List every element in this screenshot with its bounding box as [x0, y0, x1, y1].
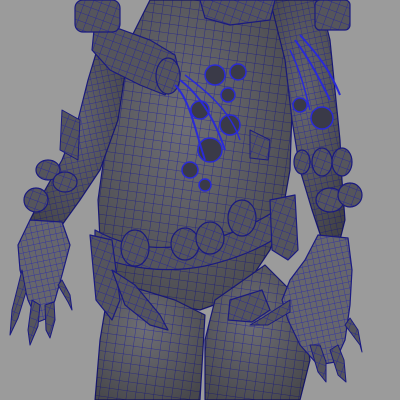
mesh-render: [9, 0, 363, 400]
3d-viewport[interactable]: [0, 0, 400, 400]
left-hand-mesh: [9, 219, 73, 346]
